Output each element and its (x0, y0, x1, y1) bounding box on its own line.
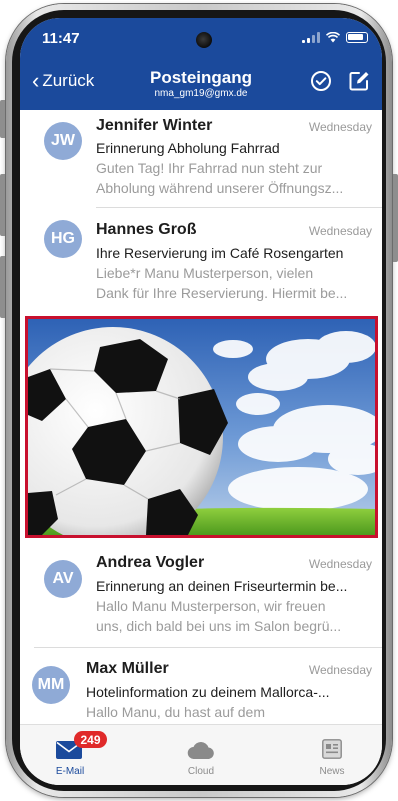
mail-item[interactable]: JW Jennifer Winter Wednesday Erinnerung … (20, 110, 382, 208)
compose-icon[interactable] (348, 70, 370, 92)
mail-preview-line: Abholung während unserer Öffnungsz... (96, 180, 344, 196)
mail-sender: Max Müller (86, 660, 169, 677)
nav-header: 11:47 ‹ Zurück Posteingang nma_gm19@gmx.… (20, 18, 382, 110)
screen: 11:47 ‹ Zurück Posteingang nma_gm19@gmx.… (20, 18, 382, 785)
mail-preview-line: Dank für Ihre Reservierung. Hiermit be..… (96, 285, 348, 301)
battery-icon (346, 32, 368, 43)
tab-cloud[interactable]: Cloud (151, 725, 251, 785)
ad-banner[interactable] (25, 316, 378, 538)
tab-news-label: News (319, 766, 345, 777)
tab-bar: 249 E-Mail Cloud News (20, 724, 382, 785)
avatar: JW (44, 122, 82, 160)
mail-item[interactable]: AV Andrea Vogler Wednesday Erinnerung an… (20, 540, 382, 648)
power-button (393, 174, 398, 262)
mail-date: Wednesday (308, 120, 372, 134)
mail-item[interactable]: MM Max Müller Wednesday Hotelinformation… (20, 648, 382, 724)
mail-sender: Andrea Vogler (96, 554, 205, 571)
avatar: HG (44, 220, 82, 258)
wifi-icon (326, 32, 340, 43)
mail-subject: Hotelinformation zu deinem Mallorca-... (86, 684, 330, 700)
status-time: 11:47 (42, 30, 80, 47)
check-circle-icon[interactable] (310, 70, 332, 92)
mail-subject: Erinnerung an deinen Friseurtermin be... (96, 578, 348, 594)
mute-switch (0, 100, 5, 138)
mail-subject: Ihre Reservierung im Café Rosengarten (96, 245, 344, 261)
mail-preview-line: Hallo Manu, du hast auf dem (86, 704, 265, 720)
tab-email[interactable]: 249 E-Mail (20, 725, 120, 785)
mail-sender: Jennifer Winter (96, 117, 213, 134)
mail-sender: Hannes Groß (96, 221, 197, 238)
mail-preview-line: uns, dich bald bei uns im Salon begrü... (96, 618, 342, 634)
tab-cloud-label: Cloud (187, 766, 215, 777)
signal-icon (302, 32, 320, 43)
cloud-icon (187, 742, 214, 759)
tab-email-label: E-Mail (55, 766, 85, 777)
mail-date: Wednesday (308, 224, 372, 238)
mail-preview-line: Hallo Manu Musterperson, wir freuen (96, 598, 326, 614)
status-icons (302, 32, 368, 43)
mail-preview-line: Liebe*r Manu Musterperson, vielen (96, 265, 314, 281)
volume-up-button (0, 174, 5, 236)
football-image (28, 319, 375, 535)
tab-news[interactable]: News (282, 725, 382, 785)
mail-subject: Erinnerung Abholung Fahrrad (96, 140, 280, 156)
unread-badge: 249 (74, 731, 107, 748)
news-icon (322, 739, 342, 759)
mail-preview-line: Guten Tag! Ihr Fahrrad nun steht zur (96, 160, 323, 176)
mail-date: Wednesday (308, 663, 372, 677)
front-camera (196, 32, 212, 48)
avatar: MM (32, 666, 70, 704)
mail-item[interactable]: HG Hannes Groß Wednesday Ihre Reservieru… (20, 208, 382, 314)
avatar: AV (44, 560, 82, 598)
volume-down-button (0, 256, 5, 318)
mail-date: Wednesday (308, 557, 372, 571)
